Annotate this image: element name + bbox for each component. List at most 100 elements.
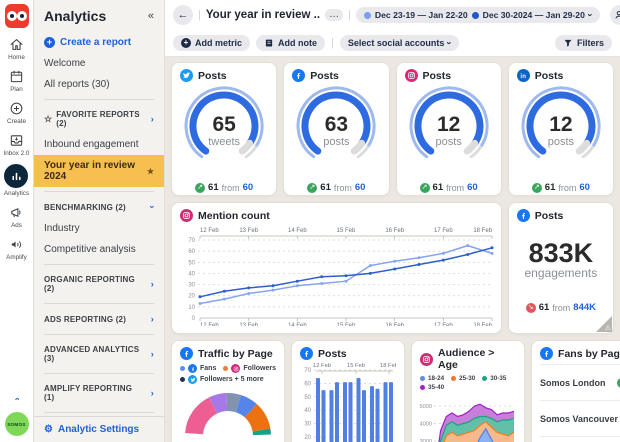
current-range-label: Dec 30-2024 — Jan 29-20 (483, 10, 585, 20)
hootsuite-logo[interactable] (5, 4, 29, 28)
chevron-right-icon: › (151, 314, 154, 324)
nav-item-all-reports-30[interactable]: All reports (30) (34, 74, 164, 95)
rail-item-analytics[interactable]: Analytics (4, 164, 29, 197)
audience-legend: 18-2425-3030-3535-40 (420, 375, 516, 391)
main-area: ← | Your year in review .. … | Dec 23-19… (165, 0, 620, 442)
report-title: Your year in review .. (206, 9, 320, 21)
more-options-button[interactable]: … (325, 9, 343, 21)
gauge-card-instagram[interactable]: Posts 12 posts ↗ 61 from 60 (396, 62, 502, 196)
from-value-link[interactable]: 844K (573, 302, 596, 313)
add-metric-button[interactable]: + Add metric (173, 35, 250, 51)
gear-icon: ⚙ (44, 424, 53, 435)
posts-bar-title: Posts (318, 348, 347, 360)
rail-item-inbox-2-0[interactable]: Inbox 2.0 (4, 132, 30, 157)
instagram-icon (180, 209, 193, 222)
mention-count-card[interactable]: Mention count 01020304050607012 Feb12 Fe… (171, 202, 502, 334)
panel-title: Analytics (44, 8, 106, 24)
gauge-row: Posts 65 tweets ↗ 61 from 60 Posts 63 po… (171, 62, 614, 196)
divider (44, 412, 154, 413)
divider: | (198, 9, 201, 21)
select-social-accounts-button[interactable]: Select social accounts › (340, 35, 460, 51)
traffic-by-page-card[interactable]: Traffic by Page FansFollowersFollowers +… (171, 340, 285, 442)
create-report-link[interactable]: +Create a report (34, 32, 164, 53)
filters-button[interactable]: Filters (555, 35, 612, 51)
fan-row[interactable]: Somos Vancouver ↗61 62K (540, 400, 620, 436)
gauge-card-linkedin[interactable]: Posts 12 posts ↗ 61 from 60 (508, 62, 614, 196)
audience-age-card[interactable]: Audience > Age 18-2425-3030-3535-40 2000… (411, 340, 525, 442)
compare-range-label: Dec 23-19 — Jan 22-20 (375, 10, 468, 20)
up-change-icon: ↗ (532, 183, 542, 193)
bar-chart-icon (4, 164, 28, 188)
add-note-label: Add note (278, 38, 317, 48)
nav-section-ads-reporting-2[interactable]: ADS REPORTING (2) › (34, 308, 164, 330)
rail-item-amplify[interactable]: Amplify (6, 236, 27, 261)
fans-by-page-card[interactable]: Fans by Page Somos London ↗61 126K Somos… (531, 340, 620, 442)
analytic-settings-button[interactable]: ⚙ Analytic Settings (34, 416, 164, 442)
nav-item-your-year-in-review-2024[interactable]: Your year in review 2024★ (34, 155, 164, 187)
gauge-card-facebook[interactable]: Posts 63 posts ↗ 61 from 60 (283, 62, 389, 196)
analytic-settings-label: Analytic Settings (58, 424, 139, 435)
gauge-facebook: 63 posts (292, 82, 380, 182)
nav-item-competitive-analysis[interactable]: Competitive analysis (34, 239, 164, 260)
nav-item-inbound-engagement[interactable]: Inbound engagement (34, 134, 164, 155)
svg-text:18 Feb: 18 Feb (473, 228, 492, 234)
nav-item-welcome[interactable]: Welcome (34, 53, 164, 74)
note-icon (264, 38, 274, 48)
nav-section-benchmarking-2[interactable]: BENCHMARKING (2) › (34, 196, 164, 218)
chevron-right-icon: › (151, 279, 154, 289)
svg-text:40: 40 (304, 408, 311, 414)
nav-section-advanced-analytics-3[interactable]: ADVANCED ANALYTICS (3) › (34, 339, 164, 369)
plus-circle-icon: + (44, 37, 55, 48)
svg-text:17 Feb: 17 Feb (434, 323, 453, 326)
back-button[interactable]: ← (173, 5, 193, 25)
svg-text:12 Feb: 12 Feb (313, 363, 331, 369)
divider (44, 303, 154, 304)
collapse-panel-icon[interactable]: « (148, 10, 154, 22)
rail-item-create[interactable]: Create (7, 100, 26, 125)
nav-section-favorite-reports-2[interactable]: ☆ FAVORITE REPORTS (2) › (34, 104, 164, 134)
fan-row[interactable]: ↘ (540, 436, 620, 442)
avatar[interactable]: SOMOS (5, 412, 29, 436)
up-change-icon: ↗ (420, 183, 430, 193)
chevron-down-icon: › (147, 205, 157, 208)
rail-item-ads[interactable]: Ads (9, 204, 25, 229)
from-value-link[interactable]: 60 (355, 182, 366, 193)
app-window: Home Plan Create Inbox 2.0 Analytics Ads… (0, 0, 620, 442)
chevron-right-icon: › (151, 349, 154, 359)
svg-text:30: 30 (188, 283, 195, 289)
home-icon (8, 36, 24, 52)
rail-item-home[interactable]: Home (8, 36, 25, 61)
svg-text:20: 20 (304, 435, 311, 441)
add-note-button[interactable]: Add note (256, 35, 325, 51)
mention-count-title: Mention count (198, 210, 270, 222)
engagements-value: 833K (529, 240, 594, 266)
from-value-link[interactable]: 60 (467, 182, 478, 193)
from-value-link[interactable]: 60 (579, 182, 590, 193)
nav-section-organic-reporting-2[interactable]: ORGANIC REPORTING (2) › (34, 269, 164, 299)
nav-item-industry[interactable]: Industry (34, 218, 164, 239)
date-range-picker[interactable]: Dec 23-19 — Jan 22-20 Dec 30-2024 — Jan … (356, 7, 600, 23)
current-range-dot (472, 12, 479, 19)
divider: | (331, 37, 334, 49)
svg-text:60: 60 (304, 381, 311, 387)
svg-text:18 Feb: 18 Feb (473, 323, 492, 326)
add-metric-label: Add metric (195, 38, 242, 48)
gauge-card-twitter[interactable]: Posts 65 tweets ↗ 61 from 60 (171, 62, 277, 196)
posts-bar-card[interactable]: Posts 20 30 40 50 60 7012 Feb 15 Feb 18 … (291, 340, 405, 442)
legend-18-24: 18-24 (420, 375, 444, 382)
engagements-card[interactable]: Posts 833K engagements ↘ 61 from 844K ⚠ (508, 202, 614, 334)
svg-text:5000: 5000 (420, 404, 432, 410)
calendar-icon (9, 68, 25, 84)
divider (44, 373, 154, 374)
audience-age-title: Audience > Age (438, 347, 516, 371)
speaker-icon (9, 236, 25, 252)
from-value-link[interactable]: 60 (243, 182, 254, 193)
share-user-button[interactable] (610, 5, 620, 25)
filter-icon (563, 38, 573, 48)
fan-row[interactable]: Somos London ↗61 126K (540, 364, 620, 400)
rail-item-plan[interactable]: Plan (9, 68, 25, 93)
divider (44, 99, 154, 100)
mention-count-chart: 01020304050607012 Feb12 Feb13 Feb13 Feb1… (180, 222, 493, 331)
nav-section-amplify-reporting-1[interactable]: AMPLIFY REPORTING (1) › (34, 378, 164, 408)
chevron-up-icon[interactable]: › (12, 398, 22, 401)
